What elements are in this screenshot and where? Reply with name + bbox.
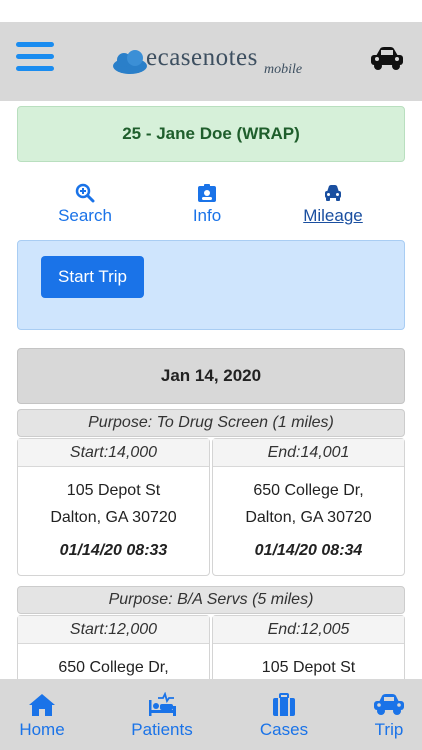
start-odometer: Start:12,000 (18, 616, 209, 644)
tab-trip-label: Trip (374, 720, 404, 739)
logo-subtitle: mobile (264, 62, 303, 77)
nav-search-label: Search (58, 206, 112, 225)
briefcase-icon (273, 693, 295, 716)
home-icon (29, 694, 55, 716)
date-header: Jan 14, 2020 (17, 348, 405, 404)
start-address: 650 College Dr, (18, 644, 209, 681)
end-odometer: End:14,001 (213, 439, 404, 467)
address-line1: 650 College Dr, (58, 659, 169, 676)
nav-info-label: Info (192, 206, 222, 225)
nav-mileage-label: Mileage (303, 206, 363, 225)
car-icon (374, 694, 404, 715)
start-odometer: Start:14,000 (18, 439, 209, 467)
trip-end-card: End:14,001 650 College Dr, Dalton, GA 30… (212, 438, 405, 576)
car-icon[interactable] (370, 46, 404, 72)
status-bar (0, 0, 422, 22)
app-logo: ecasenotes mobile (110, 40, 320, 84)
end-address: 650 College Dr, Dalton, GA 30720 (213, 467, 404, 531)
nav-mileage[interactable]: Mileage (278, 183, 388, 226)
end-time: 01/14/20 08:34 (254, 542, 363, 559)
cloud-icon (113, 50, 147, 74)
id-badge-icon (198, 184, 216, 202)
tab-home-label: Home (19, 720, 65, 739)
logo-text: ecasenotes (146, 44, 258, 71)
bottom-tab-bar: Home Patients Cases Trip (0, 679, 422, 750)
record-nav: Search Info Mileage (0, 183, 422, 233)
tab-trip[interactable]: Trip (364, 679, 414, 750)
address-line1: 105 Depot St (66, 482, 161, 499)
tab-cases-label: Cases (259, 720, 309, 739)
start-time: 01/14/20 08:33 (59, 542, 168, 559)
top-bar: ecasenotes mobile (0, 22, 422, 101)
tab-patients-label: Patients (131, 720, 193, 739)
tab-home[interactable]: Home (12, 679, 72, 750)
trip-panel: Start Trip (17, 240, 405, 330)
end-odometer: End:12,005 (213, 616, 404, 644)
address-line1: 650 College Dr, (253, 482, 364, 499)
trip-purpose: Purpose: To Drug Screen (1 miles) (17, 409, 405, 437)
trip-purpose: Purpose: B/A Servs (5 miles) (17, 586, 405, 614)
car-front-icon (325, 185, 341, 201)
trip-start-card: Start:14,000 105 Depot St Dalton, GA 307… (17, 438, 210, 576)
nav-search[interactable]: Search (30, 183, 140, 226)
address-line1: 105 Depot St (261, 659, 356, 676)
patient-bed-icon (149, 692, 176, 716)
nav-info[interactable]: Info (152, 183, 262, 226)
client-banner: 25 - Jane Doe (WRAP) (17, 106, 405, 162)
end-address: 105 Depot St (213, 644, 404, 681)
address-line2: Dalton, GA 30720 (50, 509, 177, 526)
tab-cases[interactable]: Cases (252, 679, 316, 750)
hamburger-menu-icon[interactable] (16, 42, 54, 76)
address-line2: Dalton, GA 30720 (245, 509, 372, 526)
start-trip-button[interactable]: Start Trip (41, 256, 144, 298)
search-zoom-icon (75, 183, 95, 203)
tab-patients[interactable]: Patients (126, 679, 198, 750)
start-address: 105 Depot St Dalton, GA 30720 (18, 467, 209, 531)
